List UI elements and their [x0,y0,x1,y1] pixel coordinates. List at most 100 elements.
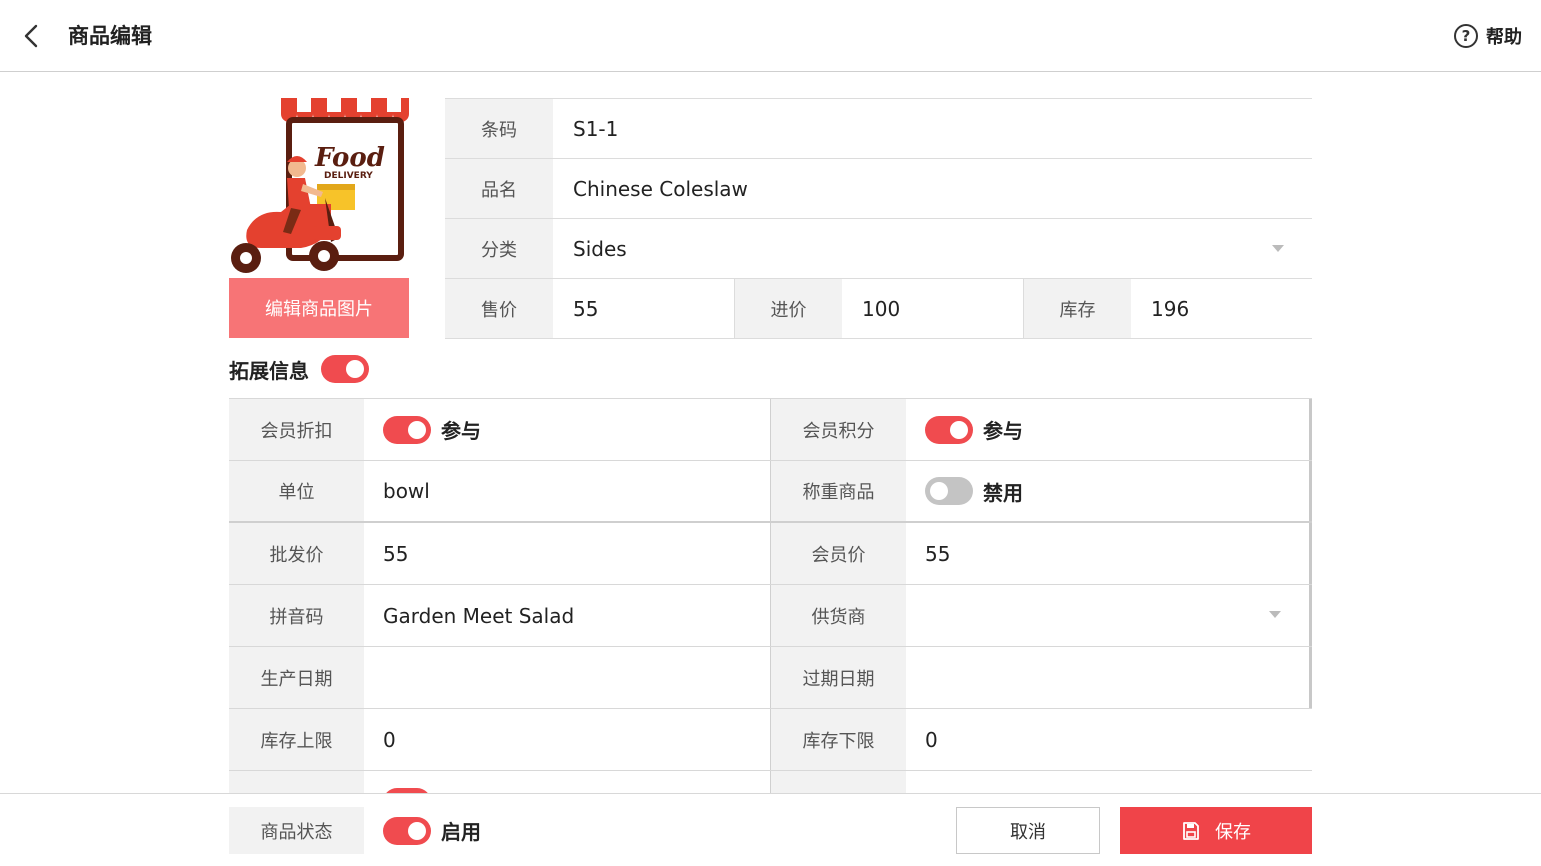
expiry-date-input[interactable] [906,647,1309,708]
edit-image-button[interactable]: 编辑商品图片 [229,278,409,338]
member-price-input[interactable]: 55 [906,523,1309,584]
name-input[interactable]: Chinese Coleslaw [553,159,1312,218]
name-label: 品名 [445,159,553,218]
page-title: 商品编辑 [68,24,152,48]
unit-cell: 单位 bowl [229,461,770,521]
member-points-cell: 会员积分 参与 [770,399,1312,460]
stock-cell: 库存 196 [1023,279,1312,338]
category-row: 分类 Sides [445,219,1312,279]
help-button[interactable]: ? 帮助 [1454,22,1522,50]
footer-bar: 商品状态 启用 取消 保存 [0,793,1541,866]
sale-price-label: 售价 [445,279,553,338]
weighed-toggle[interactable] [925,477,973,505]
member-discount-value: 参与 [364,399,770,460]
unit-row: 单位 bowl 称重商品 禁用 [229,461,1312,523]
help-label: 帮助 [1486,27,1522,48]
extended-info-title: 拓展信息 [229,358,309,383]
barcode-row: 条码 S1-1 [445,99,1312,159]
status-value: 启用 [383,816,481,845]
extended-info-toggle[interactable] [321,355,369,383]
help-icon: ? [1454,24,1478,48]
member-discount-cell: 会员折扣 参与 [229,399,770,460]
production-date-input[interactable] [364,647,770,708]
unit-input[interactable]: bowl [364,461,770,521]
category-value: Sides [573,236,627,261]
weighed-cell: 称重商品 禁用 [770,461,1312,521]
partial-right-label [771,771,906,793]
wholesale-price-cell: 批发价 55 [229,523,770,584]
stock-max-input[interactable]: 0 [364,709,770,770]
stock-min-label: 库存下限 [771,709,906,770]
partial-left-label [229,771,364,793]
barcode-label: 条码 [445,99,553,158]
pinyin-input[interactable]: Garden Meet Salad [364,585,770,646]
stock-min-input[interactable]: 0 [906,709,1312,770]
expiry-date-cell: 过期日期 [770,647,1312,708]
member-discount-toggle[interactable] [383,415,431,444]
stock-input[interactable]: 196 [1131,279,1312,338]
sale-price-cell: 售价 55 [445,279,734,338]
save-label: 保存 [1215,821,1251,843]
chevron-left-icon [24,24,38,48]
save-button[interactable]: 保存 [1120,807,1312,854]
member-points-toggle[interactable] [925,415,973,444]
status-label: 商品状态 [229,807,364,854]
stock-max-label: 库存上限 [229,709,364,770]
save-icon [1183,821,1199,840]
stock-label: 库存 [1024,279,1131,338]
basic-info-table: 条码 S1-1 品名 Chinese Coleslaw 分类 Sides 售价 … [445,98,1312,339]
cost-price-input[interactable]: 100 [842,279,1023,338]
status-state: 启用 [441,820,481,844]
weighed-value: 禁用 [906,461,1309,521]
unit-label: 单位 [229,461,364,521]
supplier-select[interactable] [906,585,1309,646]
wholesale-price-input[interactable]: 55 [364,523,770,584]
barcode-input[interactable]: S1-1 [553,99,1312,158]
cost-price-label: 进价 [735,279,842,338]
food-delivery-illustration: Food DELIVERY [231,98,409,273]
expiry-date-label: 过期日期 [771,647,906,708]
status-toggle[interactable] [383,816,431,845]
member-price-cell: 会员价 55 [770,523,1312,584]
price-row: 售价 55 进价 100 库存 196 [445,279,1312,339]
member-row: 会员折扣 参与 会员积分 参与 [229,399,1312,461]
cancel-button[interactable]: 取消 [956,807,1100,854]
supplier-cell: 供货商 [770,585,1312,646]
pinyin-row: 拼音码 Garden Meet Salad 供货商 [229,585,1312,647]
top-bar: 商品编辑 ? 帮助 [0,0,1541,72]
wholesale-price-label: 批发价 [229,523,364,584]
member-price-label: 会员价 [771,523,906,584]
pinyin-label: 拼音码 [229,585,364,646]
member-discount-state: 参与 [441,419,481,443]
member-points-state: 参与 [983,419,1023,443]
stock-limit-row: 库存上限 0 库存下限 0 [229,709,1312,771]
wholesale-row: 批发价 55 会员价 55 [229,523,1312,585]
partial-row [229,771,1312,793]
back-button[interactable] [18,22,46,50]
name-row: 品名 Chinese Coleslaw [445,159,1312,219]
dropdown-arrow-icon [1269,611,1281,618]
cost-price-cell: 进价 100 [734,279,1023,338]
production-date-cell: 生产日期 [229,647,770,708]
form-content: Food DELIVERY 编辑商品图片 条码 S1-1 品名 Chinese … [0,73,1541,793]
stock-max-cell: 库存上限 0 [229,709,770,770]
category-select[interactable]: Sides [553,219,1312,278]
production-date-label: 生产日期 [229,647,364,708]
weighed-state: 禁用 [983,480,1023,505]
member-points-label: 会员积分 [771,399,906,460]
logo-text: Food [314,143,385,173]
product-image[interactable]: Food DELIVERY [229,98,409,278]
date-row: 生产日期 过期日期 [229,647,1312,709]
partial-left-value [364,771,770,793]
sale-price-input[interactable]: 55 [553,279,734,338]
extended-info-table: 会员折扣 参与 会员积分 参与 单位 bowl 称重商品 禁用 批发价 55 会… [229,398,1312,793]
member-discount-label: 会员折扣 [229,399,364,460]
extended-info-header: 拓展信息 [229,353,369,385]
partial-right-value [906,771,1312,793]
dropdown-arrow-icon [1272,245,1284,252]
logo-subtext: DELIVERY [324,171,373,181]
pinyin-cell: 拼音码 Garden Meet Salad [229,585,770,646]
category-label: 分类 [445,219,553,278]
partial-right-cell [770,771,1312,793]
member-points-value: 参与 [906,399,1309,460]
